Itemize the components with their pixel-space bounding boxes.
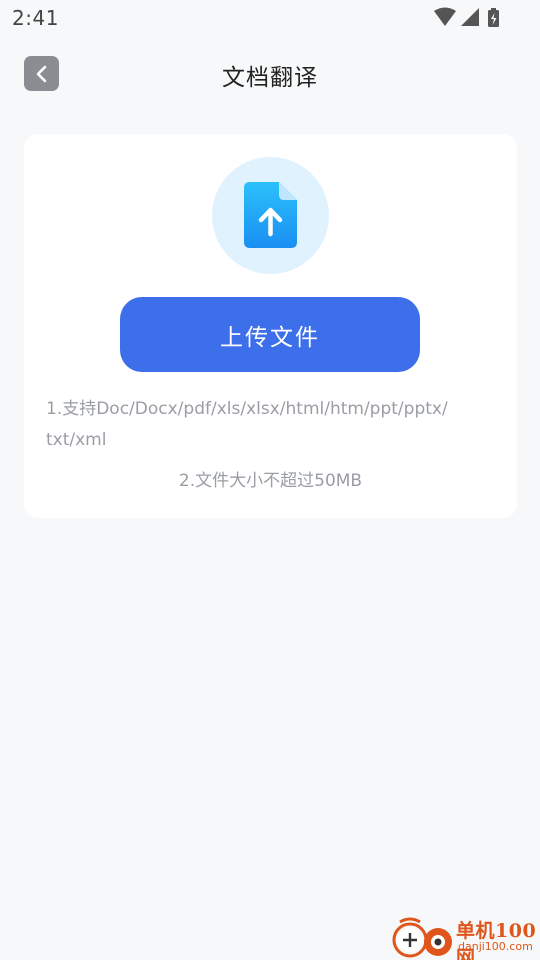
supported-formats-hint: 1.支持Doc/Docx/pdf/xls/xlsx/html/htm/ppt/p… bbox=[46, 399, 448, 419]
page-title: 文档翻译 bbox=[222, 65, 318, 91]
header: 文档翻译 bbox=[0, 48, 540, 100]
status-icons bbox=[434, 7, 499, 27]
wifi-icon bbox=[434, 7, 456, 26]
watermark-url: danji100.com bbox=[458, 940, 533, 953]
supported-formats-hint-continued: txt/xml bbox=[46, 430, 107, 450]
watermark-logo-icon bbox=[392, 917, 452, 958]
file-icon-circle bbox=[212, 157, 329, 274]
file-upload-icon bbox=[244, 182, 297, 248]
upload-file-button[interactable]: 上传文件 bbox=[120, 297, 420, 372]
cell-signal-icon bbox=[461, 8, 479, 26]
upload-card: 上传文件 1.支持Doc/Docx/pdf/xls/xlsx/html/htm/… bbox=[24, 134, 517, 518]
status-bar: 2:41 bbox=[0, 0, 540, 36]
watermark: 单机100网 danji100.com bbox=[390, 914, 540, 960]
watermark-name: 单机100网 bbox=[456, 920, 537, 960]
file-size-hint: 2.文件大小不超过50MB bbox=[178, 471, 363, 491]
screen: 2:41 文档翻译 上传文件 1.支持Doc/Docx/pdf/xls/xlsx… bbox=[0, 0, 540, 960]
battery-charging-icon bbox=[488, 8, 499, 27]
status-time: 2:41 bbox=[12, 6, 59, 30]
